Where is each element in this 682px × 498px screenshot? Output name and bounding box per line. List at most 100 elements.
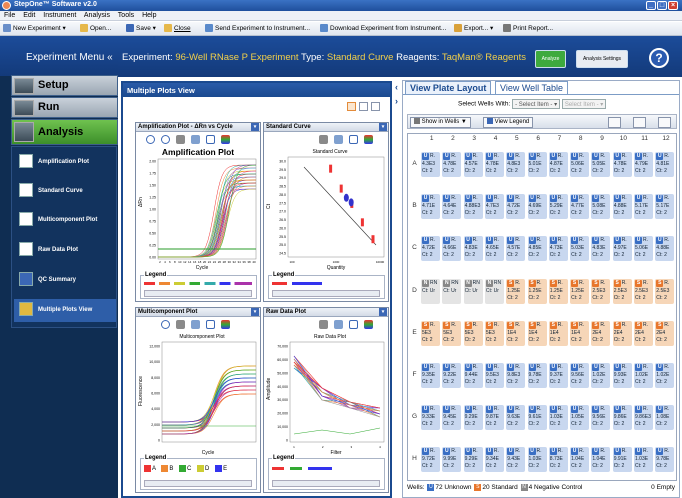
plate-well[interactable]: U R. 4.66E Ct: 2: [442, 236, 462, 262]
panel-dropdown[interactable]: ▾: [379, 123, 387, 131]
plate-well[interactable]: U R. 9.8E3 Ct: 2: [506, 363, 526, 388]
plate-well[interactable]: U R. 4.77E Ct: 2: [570, 194, 590, 220]
layout-1x2-icon[interactable]: [359, 102, 368, 111]
plate-well[interactable]: U R. 4.57E Ct: 2: [463, 152, 483, 177]
save-button[interactable]: Save ▾: [126, 24, 156, 34]
plate-well[interactable]: S R. 1.25E Ct: 2: [548, 278, 568, 304]
plate-well[interactable]: U R. 9.43E Ct: 2: [506, 447, 526, 473]
plate-well[interactable]: U R. 9.56E Ct: 2: [591, 405, 611, 431]
plate-well[interactable]: U R. 4.83E Ct: 2: [591, 236, 611, 262]
help-icon[interactable]: ?: [649, 48, 669, 68]
chart-icon[interactable]: [349, 135, 358, 144]
plate-well[interactable]: S R. 1.25E Ct: 2: [506, 278, 526, 304]
plate-well[interactable]: S R. 2E4 Ct: 2: [612, 320, 632, 346]
legend-scrollbar[interactable]: [272, 290, 380, 297]
panel-dropdown[interactable]: ▾: [251, 308, 259, 316]
plate-zoom-icon[interactable]: [633, 117, 646, 128]
close-window-button[interactable]: ×: [668, 1, 678, 10]
select-item-dropdown[interactable]: Select Item - ▾: [561, 99, 607, 109]
plate-well[interactable]: U R. 5.17E Ct: 2: [655, 194, 675, 220]
plate-well[interactable]: U R. 4.78E Ct: 2: [442, 152, 462, 177]
open-button[interactable]: Open...: [80, 24, 111, 34]
legend-scrollbar[interactable]: [144, 480, 252, 487]
plate-well[interactable]: U R. 4.83E Ct: 2: [463, 236, 483, 262]
plate-well[interactable]: U R. 9.93E Ct: 2: [612, 363, 632, 388]
plate-well[interactable]: U R. 4.88E Ct: 2: [655, 236, 675, 262]
plate-well[interactable]: N RN Ct: Ur: [463, 278, 483, 304]
plate-well[interactable]: N RN Ct: Ur: [484, 278, 504, 304]
row-header[interactable]: D: [410, 287, 419, 294]
print-icon[interactable]: [176, 135, 185, 144]
plate-well[interactable]: U R. 9.86E Ct: 2: [612, 405, 632, 431]
plate-well[interactable]: S R. 2.5E3 Ct: 2: [634, 278, 653, 304]
zoom-in-icon[interactable]: [146, 135, 155, 144]
row-header[interactable]: C: [410, 244, 419, 251]
plate-well[interactable]: U R. 4.78E Ct: 2: [612, 152, 632, 177]
experiment-menu-header[interactable]: Experiment Menu «: [0, 36, 118, 76]
row-header[interactable]: G: [410, 413, 419, 420]
plate-well[interactable]: U R. 4.88E3 Ct: 2: [463, 194, 483, 220]
plate-well[interactable]: U R. 9.29E Ct: 2: [463, 447, 483, 473]
plate-well[interactable]: U R. 5.03E Ct: 2: [570, 236, 590, 262]
view-legend-button[interactable]: View Legend: [483, 117, 534, 128]
new-experiment-button[interactable]: New Experiment ▾: [3, 24, 66, 34]
plate-well[interactable]: U R. 4.78E Ct: 2: [484, 152, 504, 177]
panel-dropdown[interactable]: ▾: [251, 123, 259, 131]
plate-well[interactable]: U R. 1.04E Ct: 2: [570, 447, 590, 473]
plate-well[interactable]: S R. 1.25E Ct: 2: [527, 278, 547, 304]
plate-well[interactable]: S R. 1E4 Ct: 2: [506, 320, 526, 346]
column-header[interactable]: 12: [655, 135, 676, 142]
plate-well[interactable]: S R. 5E3 Ct: 2: [463, 320, 483, 346]
tab-view-well-table[interactable]: View Well Table: [495, 81, 569, 94]
sidebar-item-multicomponent-plot[interactable]: Multicomponent Plot: [14, 209, 116, 232]
plate-well[interactable]: U R. 9.78E Ct: 2: [655, 447, 675, 473]
plate-well[interactable]: U R. 4.72E Ct: 2: [421, 236, 440, 262]
plate-well[interactable]: U R. 9.99E Ct: 2: [442, 447, 462, 473]
copy-icon[interactable]: [334, 135, 343, 144]
plate-well[interactable]: U R. 9.22E Ct: 2: [442, 363, 462, 388]
collapse-left-icon[interactable]: ‹: [395, 82, 401, 96]
column-header[interactable]: 3: [464, 135, 485, 142]
column-header[interactable]: 1: [421, 135, 442, 142]
plate-well[interactable]: U R. 5.05E Ct: 2: [591, 152, 611, 177]
plate-well[interactable]: S R. 2.5E3 Ct: 2: [655, 278, 675, 304]
plate-well[interactable]: N RN Ct: Ur: [421, 278, 440, 304]
legend-scrollbar[interactable]: [272, 480, 380, 487]
layout-2x2-icon[interactable]: [347, 102, 356, 111]
plate-well[interactable]: U R. 4.85E Ct: 2: [527, 236, 547, 262]
plate-well[interactable]: U R. 1.04E Ct: 2: [591, 447, 611, 473]
maximize-button[interactable]: □: [657, 1, 667, 10]
plate-well[interactable]: U R. 1.03E Ct: 2: [634, 447, 653, 473]
sidebar-item-standard-curve[interactable]: Standard Curve: [14, 180, 116, 203]
print-icon[interactable]: [319, 135, 328, 144]
chart-icon[interactable]: [206, 135, 215, 144]
plate-well[interactable]: U R. 4.79E Ct: 2: [634, 152, 653, 177]
plate-well[interactable]: S R. 5E3 Ct: 2: [442, 320, 462, 346]
plate-well[interactable]: U R. 9.35E Ct: 2: [421, 363, 440, 388]
analyze-button[interactable]: Analyze: [535, 50, 566, 68]
plate-well[interactable]: U R. 9.78E Ct: 2: [527, 363, 547, 388]
show-in-wells-button[interactable]: Show in Wells ▼: [410, 117, 471, 128]
column-header[interactable]: 8: [570, 135, 591, 142]
plate-well[interactable]: U R. 9.29E Ct: 2: [463, 405, 483, 431]
menu-instrument[interactable]: Instrument: [43, 12, 76, 19]
plate-well[interactable]: S R. 1E4 Ct: 2: [548, 320, 568, 346]
plate-well[interactable]: U R. 4.57E Ct: 2: [506, 236, 526, 262]
select-wells-dropdown[interactable]: - Select Item - ▾: [512, 99, 561, 109]
legend-icon[interactable]: [364, 320, 373, 329]
plate-well[interactable]: U R. 9.56E Ct: 2: [570, 363, 590, 388]
copy-icon[interactable]: [191, 320, 200, 329]
plate-well[interactable]: U R. 1.08E Ct: 2: [655, 405, 675, 431]
plate-well[interactable]: U R. 4.72E Ct: 2: [506, 194, 526, 220]
plate-well[interactable]: U R. 1.02E Ct: 2: [655, 363, 675, 388]
print-report-button[interactable]: Print Report...: [503, 24, 553, 34]
export-button[interactable]: Export... ▾: [454, 24, 493, 34]
plate-well[interactable]: S R. 1E4 Ct: 2: [570, 320, 590, 346]
plate-fit-icon[interactable]: [658, 117, 671, 128]
plate-well[interactable]: U R. 4.7E3 Ct: 2: [484, 194, 504, 220]
zoom-out-icon[interactable]: [161, 135, 170, 144]
plate-view-icon[interactable]: [608, 117, 621, 128]
column-header[interactable]: 9: [591, 135, 612, 142]
plate-well[interactable]: U R. 9.5E3 Ct: 2: [484, 363, 504, 388]
collapse-right-icon[interactable]: ›: [395, 96, 401, 110]
